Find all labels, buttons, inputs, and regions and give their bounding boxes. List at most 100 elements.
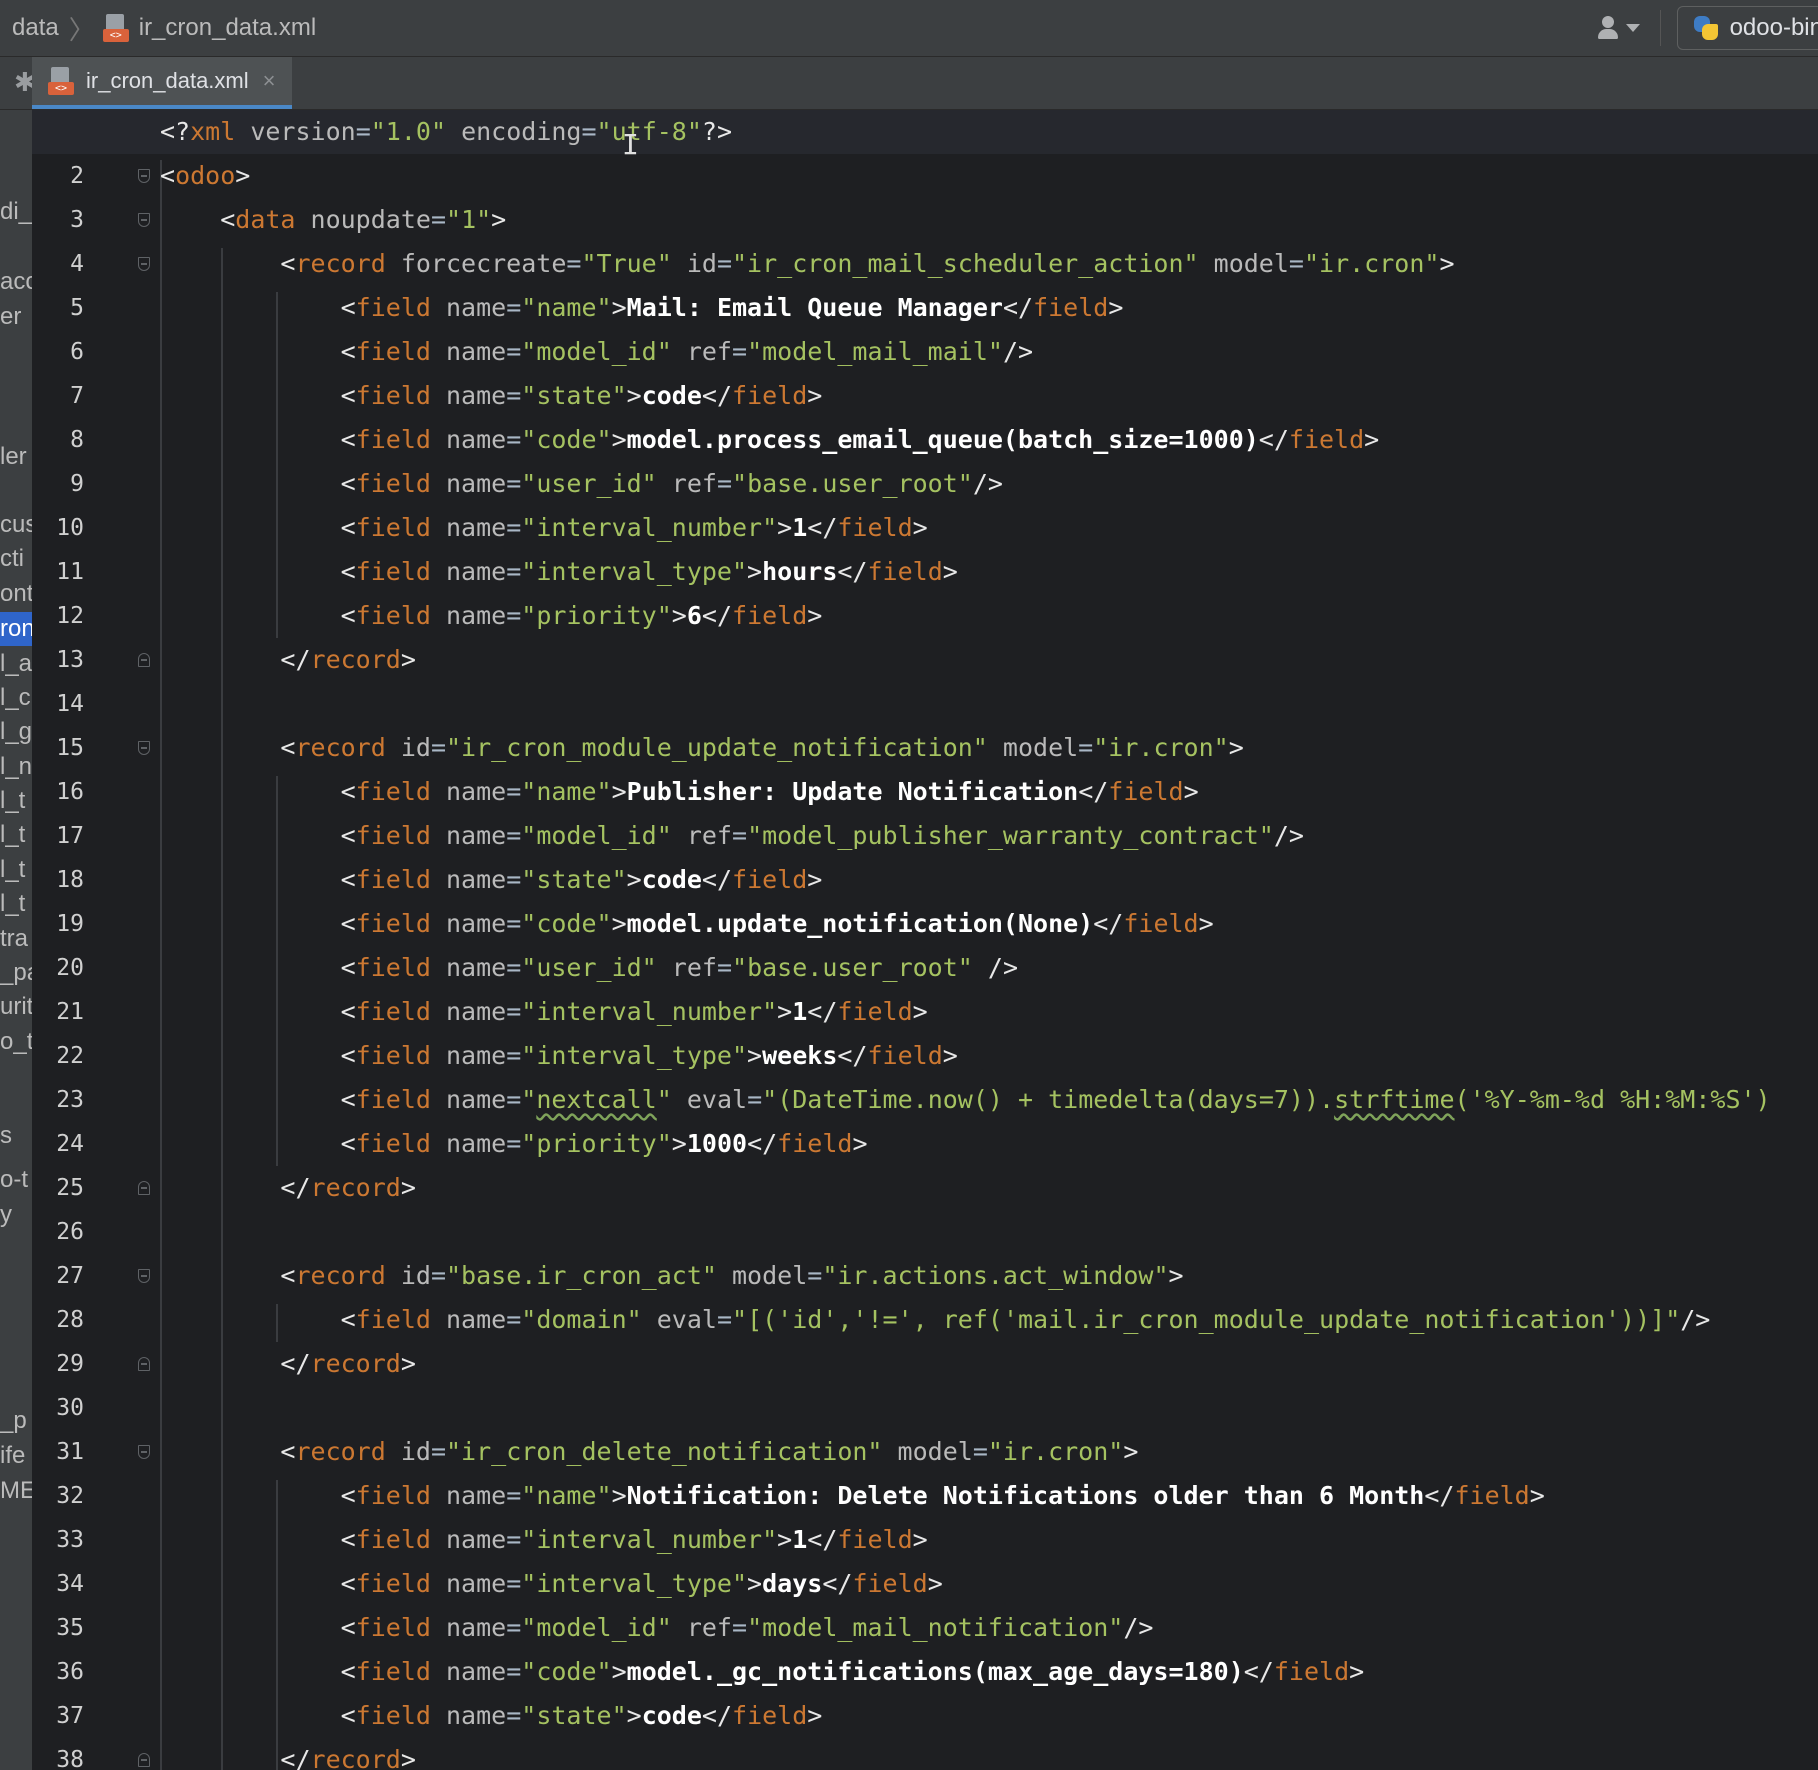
code-line[interactable]: </record> [160,638,415,682]
project-tree-item[interactable]: tra [0,922,32,956]
code-token: > [747,557,763,586]
code-line[interactable]: <field name="domain" eval="[('id','!=', … [160,1298,1711,1342]
project-tree-item[interactable]: ont [0,577,32,611]
code-token: field [1033,293,1109,322]
code-line[interactable]: <field name="nextcall" eval="(DateTime.n… [160,1078,1771,1122]
project-tree-item[interactable]: l_t [0,887,32,921]
code-token: </ [837,1041,868,1070]
project-tree-item[interactable]: cus [0,508,32,542]
project-tree-item[interactable]: l_t [0,784,32,818]
fold-collapse-icon[interactable] [138,1445,150,1459]
code-line[interactable]: <?xml version="1.0" encoding="utf-8"?> [32,110,1818,154]
project-tree-item[interactable]: y [0,1198,32,1232]
project-tree-item[interactable]: l_g [0,715,32,749]
code-line[interactable]: <field name="model_id" ref="model_mail_n… [160,1606,1154,1650]
code-token: = [732,821,748,850]
fold-collapse-icon[interactable] [138,169,150,183]
code-token: data [235,205,311,234]
project-tree-item[interactable]: acc [0,265,32,299]
project-tree-item[interactable]: s [0,1119,32,1153]
project-tree-item[interactable]: l_n [0,750,32,784]
project-tree-item[interactable]: ron [0,612,32,646]
project-tree-item[interactable]: _p [0,1404,32,1438]
breadcrumb-folder[interactable]: data [12,14,59,42]
code-line[interactable]: <field name="user_id" ref="base.user_roo… [160,946,1018,990]
code-line[interactable]: <field name="code">model._gc_notificatio… [160,1650,1365,1694]
project-tree-item[interactable]: cti [0,542,32,576]
run-configuration-selector[interactable]: odoo-bin [1676,6,1818,50]
fold-collapse-icon[interactable] [138,213,150,227]
project-tree-item[interactable]: o-t [0,1163,32,1197]
fold-collapse-icon[interactable] [138,257,150,271]
code-token: /> [972,953,1018,982]
code-token: name [445,557,507,586]
code-token: 1000 [686,1129,748,1158]
code-line[interactable]: <field name="interval_type">weeks</field… [160,1034,958,1078]
project-tree-item[interactable]: urit [0,990,32,1024]
project-tree-item[interactable]: di_ [0,195,32,229]
code-token: > [626,1701,642,1730]
code-token: = [430,1261,446,1290]
code-token: = [506,1701,522,1730]
code-token: = [506,953,522,982]
project-tree-item[interactable]: ME. [0,1474,32,1508]
code-line[interactable]: <field name="priority">6</field> [160,594,823,638]
code-line[interactable]: <field name="state">code</field> [160,858,823,902]
code-line[interactable]: <field name="interval_number">1</field> [160,1518,928,1562]
code-line[interactable]: <record id="ir_cron_module_update_notifi… [160,726,1243,770]
code-line[interactable]: <field name="interval_type">days</field> [160,1562,943,1606]
code-line[interactable]: </record> [160,1166,415,1210]
project-tree-item[interactable]: _pa [0,956,32,990]
code-line[interactable]: <field name="state">code</field> [160,1694,823,1738]
fold-end-icon[interactable] [138,1753,150,1767]
code-line[interactable]: <field name="interval_type">hours</field… [160,550,958,594]
code-line[interactable]: <odoo> [160,154,250,198]
code-line[interactable]: <data noupdate="1"> [160,198,506,242]
close-icon[interactable]: × [263,68,276,94]
code-line[interactable]: </record> [160,1738,415,1770]
code-line[interactable]: <field name="model_id" ref="model_mail_m… [160,330,1033,374]
fold-collapse-icon[interactable] [138,741,150,755]
code-line[interactable]: <record id="base.ir_cron_act" model="ir.… [160,1254,1183,1298]
project-tree-item[interactable]: o_t [0,1025,32,1059]
code-line[interactable]: <field name="name">Publisher: Update Not… [160,770,1199,814]
code-line[interactable]: <field name="user_id" ref="base.user_roo… [160,462,1003,506]
code-token: " [656,1085,672,1114]
code-line[interactable]: <field name="name">Mail: Email Queue Man… [160,286,1124,330]
code-token: < [160,513,356,542]
project-tree-item[interactable]: l_c [0,681,32,715]
line-number: 22 [56,1043,84,1069]
code-line[interactable]: <field name="interval_number">1</field> [160,990,928,1034]
project-tree-item[interactable]: l_t [0,853,32,887]
code-token: "state" [521,381,627,410]
code-line[interactable]: <field name="code">model.process_email_q… [160,418,1380,462]
code-token: "model_mail_notification" [747,1613,1124,1642]
xml-file-icon: <> [102,14,129,42]
account-menu-button[interactable] [1580,16,1656,40]
code-line[interactable]: <field name="model_id" ref="model_publis… [160,814,1304,858]
code-token: "interval_number" [521,513,778,542]
project-tree-item[interactable]: l_a [0,647,32,681]
fold-collapse-icon[interactable] [138,1269,150,1283]
project-tree-item[interactable]: ler [0,440,32,474]
code-line[interactable]: <field name="priority">1000</field> [160,1122,868,1166]
code-line[interactable]: <record id="ir_cron_delete_notification"… [160,1430,1138,1474]
code-line[interactable]: </record> [160,1342,415,1386]
project-tree-item[interactable]: l_t [0,818,32,852]
code-line[interactable]: <field name="state">code</field> [160,374,823,418]
breadcrumb-file[interactable]: <> ir_cron_data.xml [102,14,316,42]
code-line[interactable]: <field name="code">model.update_notifica… [160,902,1214,946]
code-token: 1 [792,1525,808,1554]
code-editor[interactable]: 1234567891011121314151617181920212223242… [32,110,1818,1770]
project-tree-item[interactable]: er [0,300,32,334]
code-token: field [732,601,808,630]
fold-end-icon[interactable] [138,1181,150,1195]
code-token: "ir.actions.act_window" [822,1261,1169,1290]
code-line[interactable]: <record forcecreate="True" id="ir_cron_m… [160,242,1454,286]
fold-end-icon[interactable] [138,653,150,667]
code-line[interactable]: <field name="interval_number">1</field> [160,506,928,550]
project-tree-item[interactable]: ife [0,1439,32,1473]
fold-end-icon[interactable] [138,1357,150,1371]
code-line[interactable]: <field name="name">Notification: Delete … [160,1474,1545,1518]
tab-ir-cron-data-xml[interactable]: <> ir_cron_data.xml × [32,57,292,109]
